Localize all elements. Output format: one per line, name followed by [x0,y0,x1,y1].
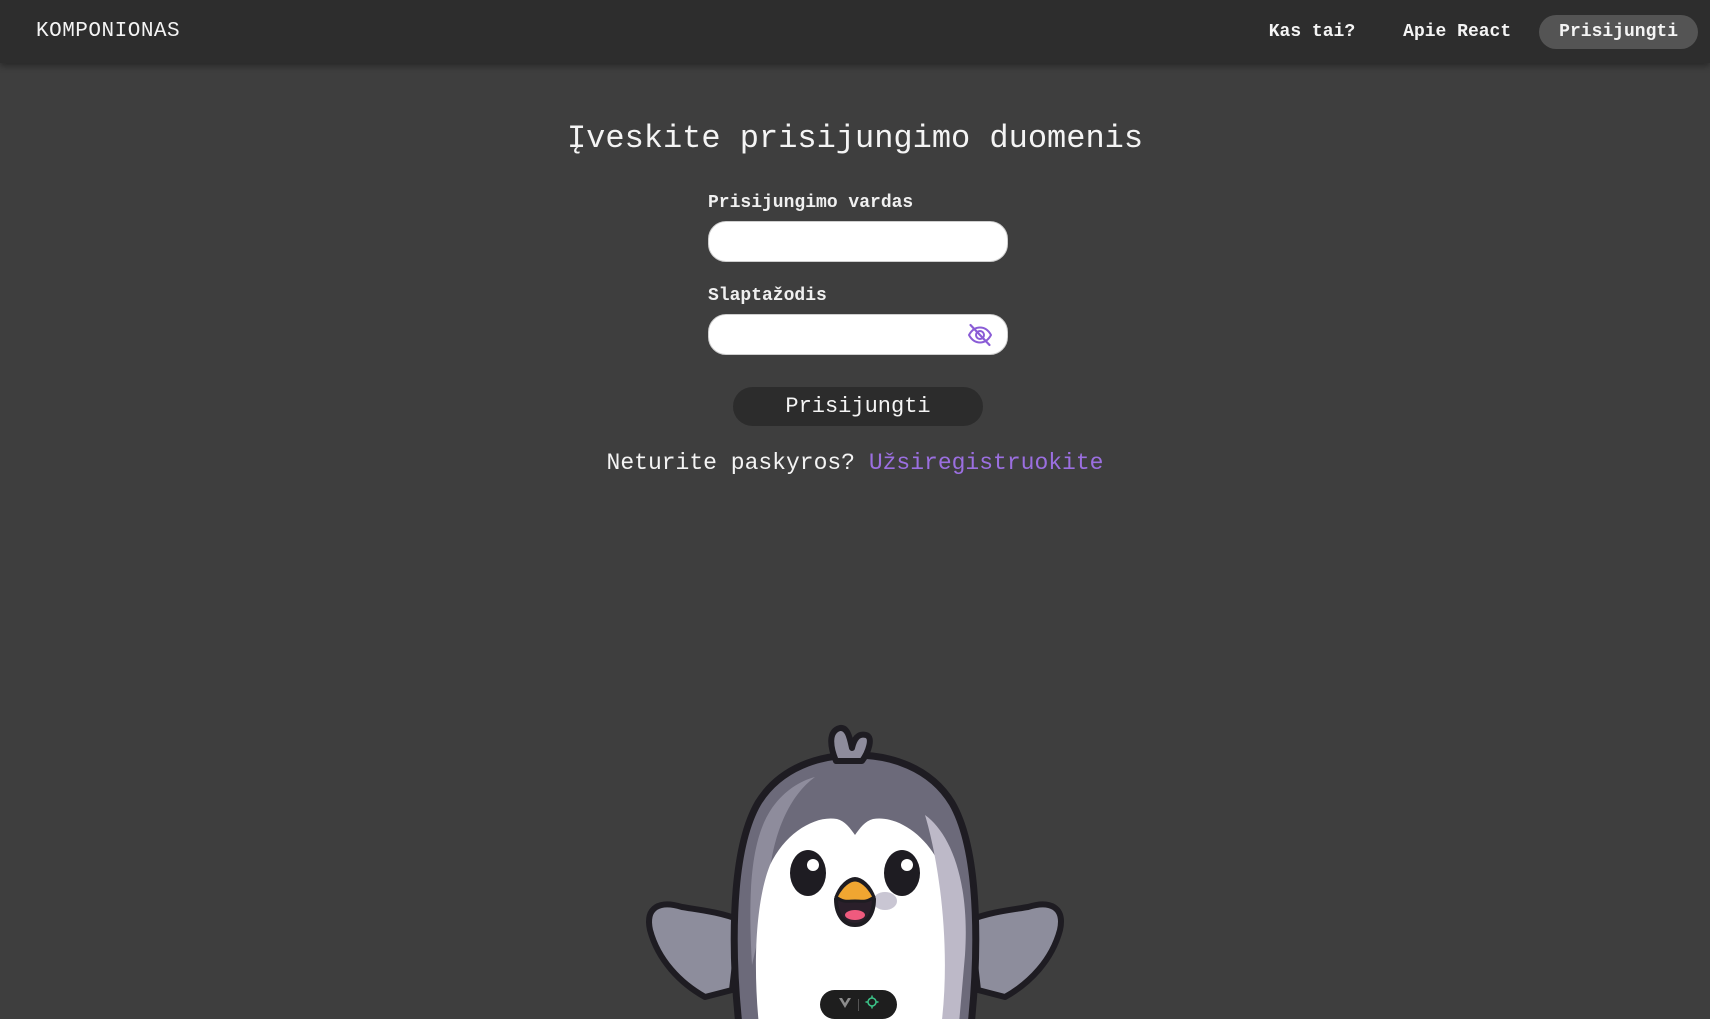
vue-devtools-icon[interactable] [838,996,852,1014]
login-form: Prisijungimo vardas Slaptažodis [708,193,1008,375]
username-input[interactable] [709,222,1007,261]
inspector-target-icon[interactable] [865,995,879,1014]
main-content: Įveskite prisijungimo duomenis Prisijung… [0,63,1710,1019]
brand-logo[interactable]: KOMPONIONAS [36,20,180,43]
register-link[interactable]: Užsiregistruokite [869,450,1104,476]
username-label: Prisijungimo vardas [708,193,914,213]
register-prompt: Neturite paskyros? Užsiregistruokite [0,450,1710,476]
nav-links: Kas tai? Apie React Prisijungti [1249,14,1698,49]
register-prompt-text: Neturite paskyros? [606,450,855,476]
devtools-toolbar[interactable] [820,990,897,1019]
top-navbar: KOMPONIONAS Kas tai? Apie React Prisijun… [0,0,1710,63]
password-field-wrap [708,314,1008,355]
password-input[interactable] [709,315,1007,354]
page-title: Įveskite prisijungimo duomenis [566,120,1144,157]
password-label: Slaptažodis [708,286,827,306]
password-group: Slaptažodis [708,286,1008,355]
nav-link-prisijungti[interactable]: Prisijungti [1539,14,1698,49]
login-submit-button[interactable]: Prisijungti [733,387,983,426]
nav-link-apie-react[interactable]: Apie React [1383,15,1531,49]
username-group: Prisijungimo vardas [708,193,1008,262]
penguin-illustration [640,715,1070,1019]
username-field-wrap [708,221,1008,262]
eye-off-icon[interactable] [967,323,993,347]
nav-link-kas-tai[interactable]: Kas tai? [1249,15,1375,49]
devtools-separator [858,998,859,1011]
